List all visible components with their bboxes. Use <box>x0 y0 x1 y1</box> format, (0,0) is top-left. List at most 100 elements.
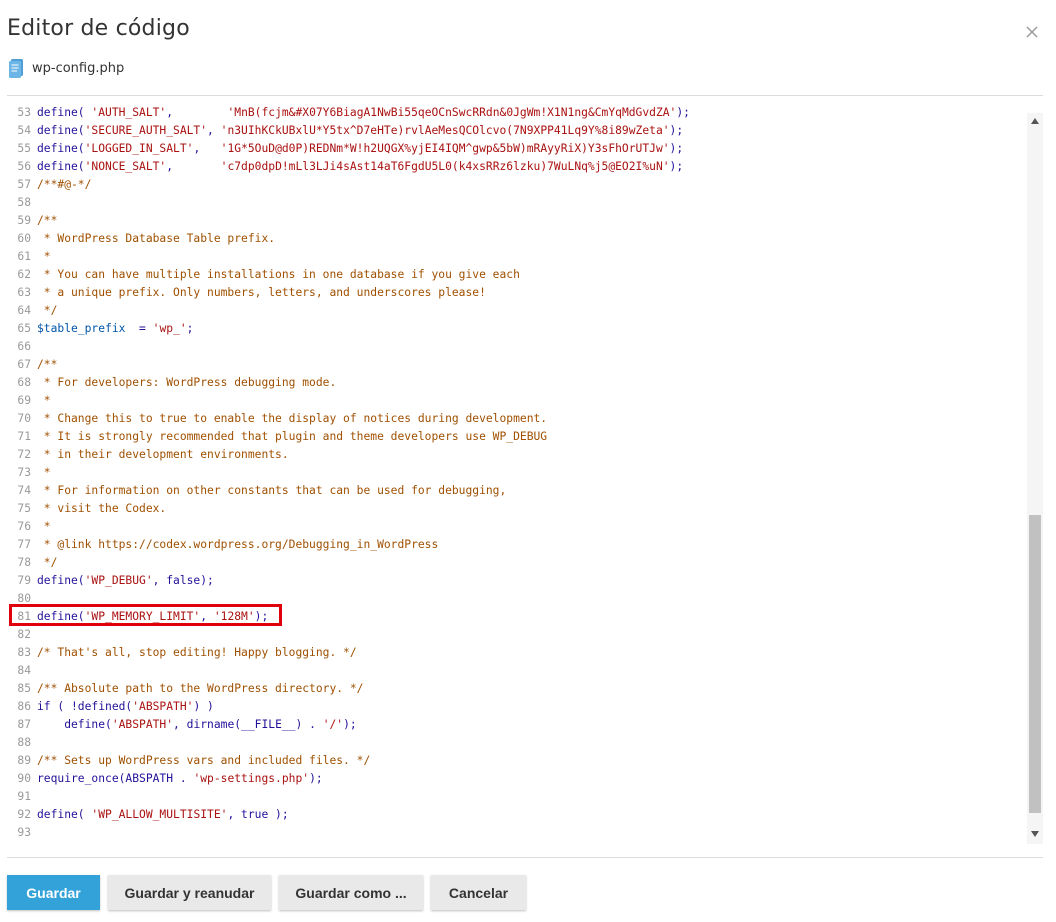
line-content: * For developers: WordPress debugging mo… <box>37 374 336 392</box>
line-number: 63 <box>17 286 31 299</box>
code-line[interactable]: 74 * For information on other constants … <box>7 482 1025 500</box>
line-content: /** <box>37 212 57 230</box>
code-token: ); <box>669 160 684 173</box>
scroll-down-arrow-icon[interactable] <box>1031 831 1039 837</box>
cancel-button[interactable]: Cancelar <box>431 875 526 910</box>
code-token: * visit the Codex. <box>37 502 167 515</box>
line-content: */ <box>37 302 58 320</box>
code-token: , false); <box>152 574 214 587</box>
close-icon[interactable] <box>1024 24 1040 40</box>
line-number: 76 <box>17 520 31 533</box>
code-token: , <box>193 142 221 155</box>
code-line[interactable]: 59 /** <box>7 212 1025 230</box>
code-line[interactable]: 82 <box>7 626 1025 644</box>
code-line[interactable]: 65 $table_prefix = 'wp_'; <box>7 320 1025 338</box>
code-line[interactable]: 63 * a unique prefix. Only numbers, lett… <box>7 284 1025 302</box>
code-line[interactable]: 61 * <box>7 248 1025 266</box>
line-number: 70 <box>17 412 31 425</box>
code-line[interactable]: 90 require_once(ABSPATH . 'wp-settings.ph… <box>7 770 1025 788</box>
code-line[interactable]: 62 * You can have multiple installations… <box>7 266 1025 284</box>
line-content: define( 'WP_ALLOW_MULTISITE', true ); <box>37 806 289 824</box>
footer-divider <box>7 857 1043 858</box>
code-line[interactable]: 71 * It is strongly recommended that plu… <box>7 428 1025 446</box>
code-line[interactable]: 64 */ <box>7 302 1025 320</box>
line-number: 65 <box>17 322 31 335</box>
header-divider <box>7 95 1043 96</box>
line-number: 83 <box>17 646 31 659</box>
code-editor[interactable]: 53 define( 'AUTH_SALT', 'MnB(fcjm&#X07Y6B… <box>7 106 1043 844</box>
code-line[interactable]: 83 /* That's all, stop editing! Happy blo… <box>7 644 1025 662</box>
code-token: * a unique prefix. Only numbers, letters… <box>37 286 486 299</box>
code-line[interactable]: 85 /** Absolute path to the WordPress dir… <box>7 680 1025 698</box>
line-content: define('WP_DEBUG', false); <box>37 572 214 590</box>
code-token: define( <box>37 574 85 587</box>
code-token: ; <box>186 322 194 335</box>
code-line[interactable]: 87 define('ABSPATH', dirname(__FILE__) .… <box>7 716 1025 734</box>
line-number: 93 <box>17 826 31 839</box>
scroll-up-arrow-icon[interactable] <box>1031 118 1039 124</box>
code-line[interactable]: 68 * For developers: WordPress debugging… <box>7 374 1025 392</box>
code-token: define( <box>37 160 85 173</box>
line-content: define('NONCE_SALT', 'c7dp0dpD!mLl3LJi4s… <box>37 158 683 176</box>
code-line[interactable]: 89 /** Sets up WordPress vars and include… <box>7 752 1025 770</box>
code-line[interactable]: 69 * <box>7 392 1025 410</box>
save-button[interactable]: Guardar <box>7 875 100 910</box>
line-number: 66 <box>17 340 31 353</box>
code-line[interactable]: 67 /** <box>7 356 1025 374</box>
code-line[interactable]: 75 * visit the Codex. <box>7 500 1025 518</box>
code-line[interactable]: 77 * @link https://codex.wordpress.org/D… <box>7 536 1025 554</box>
line-number: 90 <box>17 772 31 785</box>
code-token: $table_prefix <box>37 322 126 335</box>
save-as-button[interactable]: Guardar como ... <box>279 875 423 910</box>
line-content: define('LOGGED_IN_SALT', '1G*5OuD@d0P)RE… <box>37 140 683 158</box>
line-number: 64 <box>17 304 31 317</box>
line-number: 89 <box>17 754 31 767</box>
code-line[interactable]: 88 <box>7 734 1025 752</box>
code-line[interactable]: 86 if ( !defined('ABSPATH') ) <box>7 698 1025 716</box>
code-token: * For developers: WordPress debugging mo… <box>37 376 337 389</box>
dialog-title: Editor de código <box>7 16 190 41</box>
code-token: ); <box>343 718 357 731</box>
code-line[interactable]: 93 <box>7 824 1025 842</box>
scrollbar-thumb[interactable] <box>1029 515 1041 813</box>
code-token: /**#@-*/ <box>37 178 92 191</box>
code-token: * <box>37 394 51 407</box>
code-line[interactable]: 91 <box>7 788 1025 806</box>
line-number: 61 <box>17 250 31 263</box>
line-content: * visit the Codex. <box>37 500 166 518</box>
code-line[interactable]: 55 define('LOGGED_IN_SALT', '1G*5OuD@d0P)… <box>7 140 1025 158</box>
code-line[interactable]: 76 * <box>7 518 1025 536</box>
code-token: /* That's all, stop editing! Happy blogg… <box>37 646 357 659</box>
code-token: /** Sets up WordPress vars and included … <box>37 754 371 767</box>
code-token: 'AUTH_SALT' <box>91 106 167 119</box>
code-token: * You can have multiple installations in… <box>37 268 520 281</box>
code-line[interactable]: 60 * WordPress Database Table prefix. <box>7 230 1025 248</box>
line-number: 67 <box>17 358 31 371</box>
code-line[interactable]: 70 * Change this to true to enable the d… <box>7 410 1025 428</box>
line-content: * <box>37 464 51 482</box>
code-line[interactable]: 56 define('NONCE_SALT', 'c7dp0dpD!mLl3LJi… <box>7 158 1025 176</box>
code-token: ); <box>676 106 690 119</box>
code-line[interactable]: 57 /**#@-*/ <box>7 176 1025 194</box>
code-line[interactable]: 66 <box>7 338 1025 356</box>
line-number: 56 <box>17 160 31 173</box>
line-content: define('ABSPATH', dirname(__FILE__) . '/… <box>37 716 357 734</box>
line-number: 57 <box>17 178 31 191</box>
file-name: wp-config.php <box>32 60 125 76</box>
code-line[interactable]: 79 define('WP_DEBUG', false); <box>7 572 1025 590</box>
code-area[interactable]: 53 define( 'AUTH_SALT', 'MnB(fcjm&#X07Y6B… <box>7 106 1025 842</box>
code-line[interactable]: 72 * in their development environments. <box>7 446 1025 464</box>
code-line[interactable]: 73 * <box>7 464 1025 482</box>
code-line[interactable]: 54 define('SECURE_AUTH_SALT', 'n3UIhKCkUB… <box>7 122 1025 140</box>
code-line[interactable]: 92 define( 'WP_ALLOW_MULTISITE', true ); <box>7 806 1025 824</box>
save-resume-button[interactable]: Guardar y reanudar <box>108 875 271 910</box>
line-content: * <box>37 518 51 536</box>
code-line[interactable]: 58 <box>7 194 1025 212</box>
code-line[interactable]: 84 <box>7 662 1025 680</box>
code-line[interactable]: 78 */ <box>7 554 1025 572</box>
line-number: 54 <box>17 124 31 137</box>
line-content: /** Absolute path to the WordPress direc… <box>37 680 363 698</box>
line-content: define('SECURE_AUTH_SALT', 'n3UIhKCkUBxl… <box>37 122 683 140</box>
code-line[interactable]: 53 define( 'AUTH_SALT', 'MnB(fcjm&#X07Y6B… <box>7 106 1025 122</box>
line-number: 62 <box>17 268 31 281</box>
